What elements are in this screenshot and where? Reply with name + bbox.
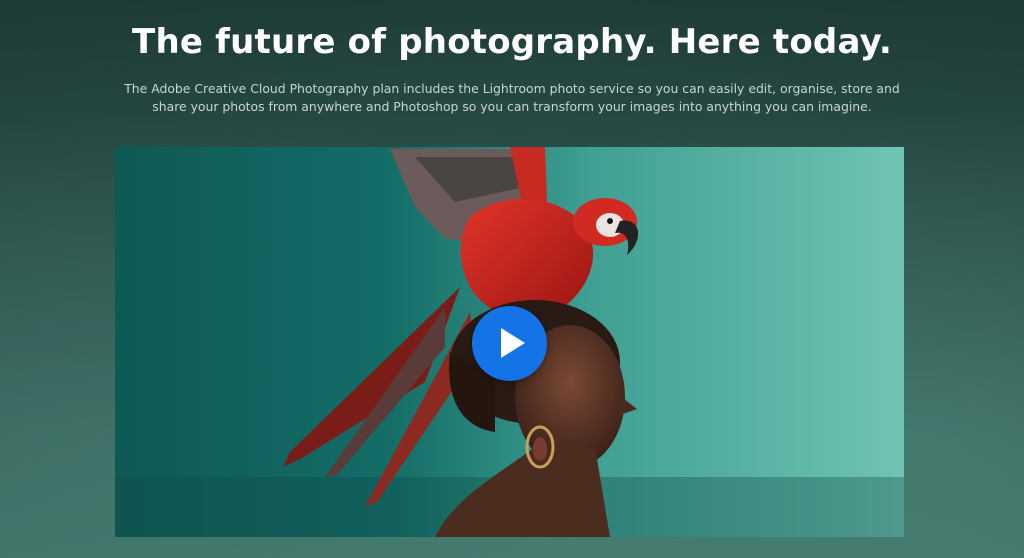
hero-headline: The future of photography. Here today. xyxy=(132,22,892,62)
hero-description: The Adobe Creative Cloud Photography pla… xyxy=(124,81,900,114)
play-video-button[interactable] xyxy=(472,306,547,381)
play-icon xyxy=(501,328,525,358)
hero-section: The future of photography. Here today. T… xyxy=(0,0,1024,558)
